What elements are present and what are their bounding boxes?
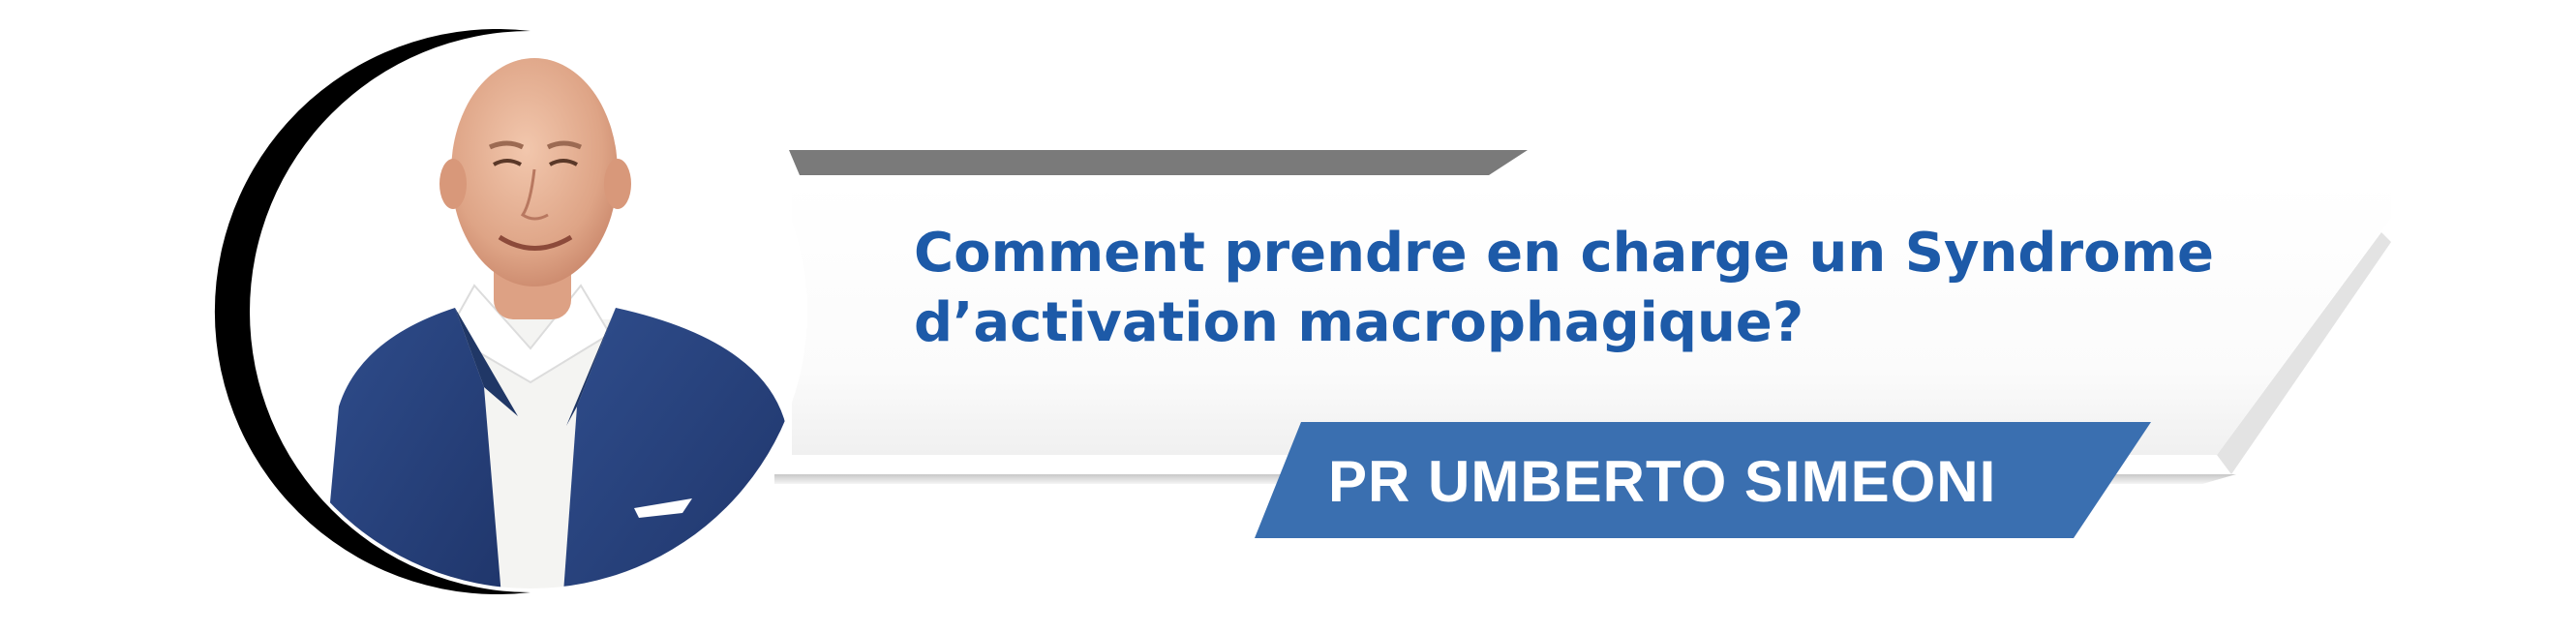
top-accent-bar — [789, 150, 1528, 175]
speaker-name: PR UMBERTO SIMEONI — [1328, 449, 1997, 514]
talk-title: Comment prendre en charge un Syndrome d’… — [914, 219, 2214, 358]
speaker-banner: Comment prendre en charge un Syndrome d’… — [0, 0, 2576, 633]
talk-title-line-2: d’activation macrophagique? — [914, 291, 1804, 354]
talk-title-line-1: Comment prendre en charge un Syndrome — [914, 222, 2214, 285]
